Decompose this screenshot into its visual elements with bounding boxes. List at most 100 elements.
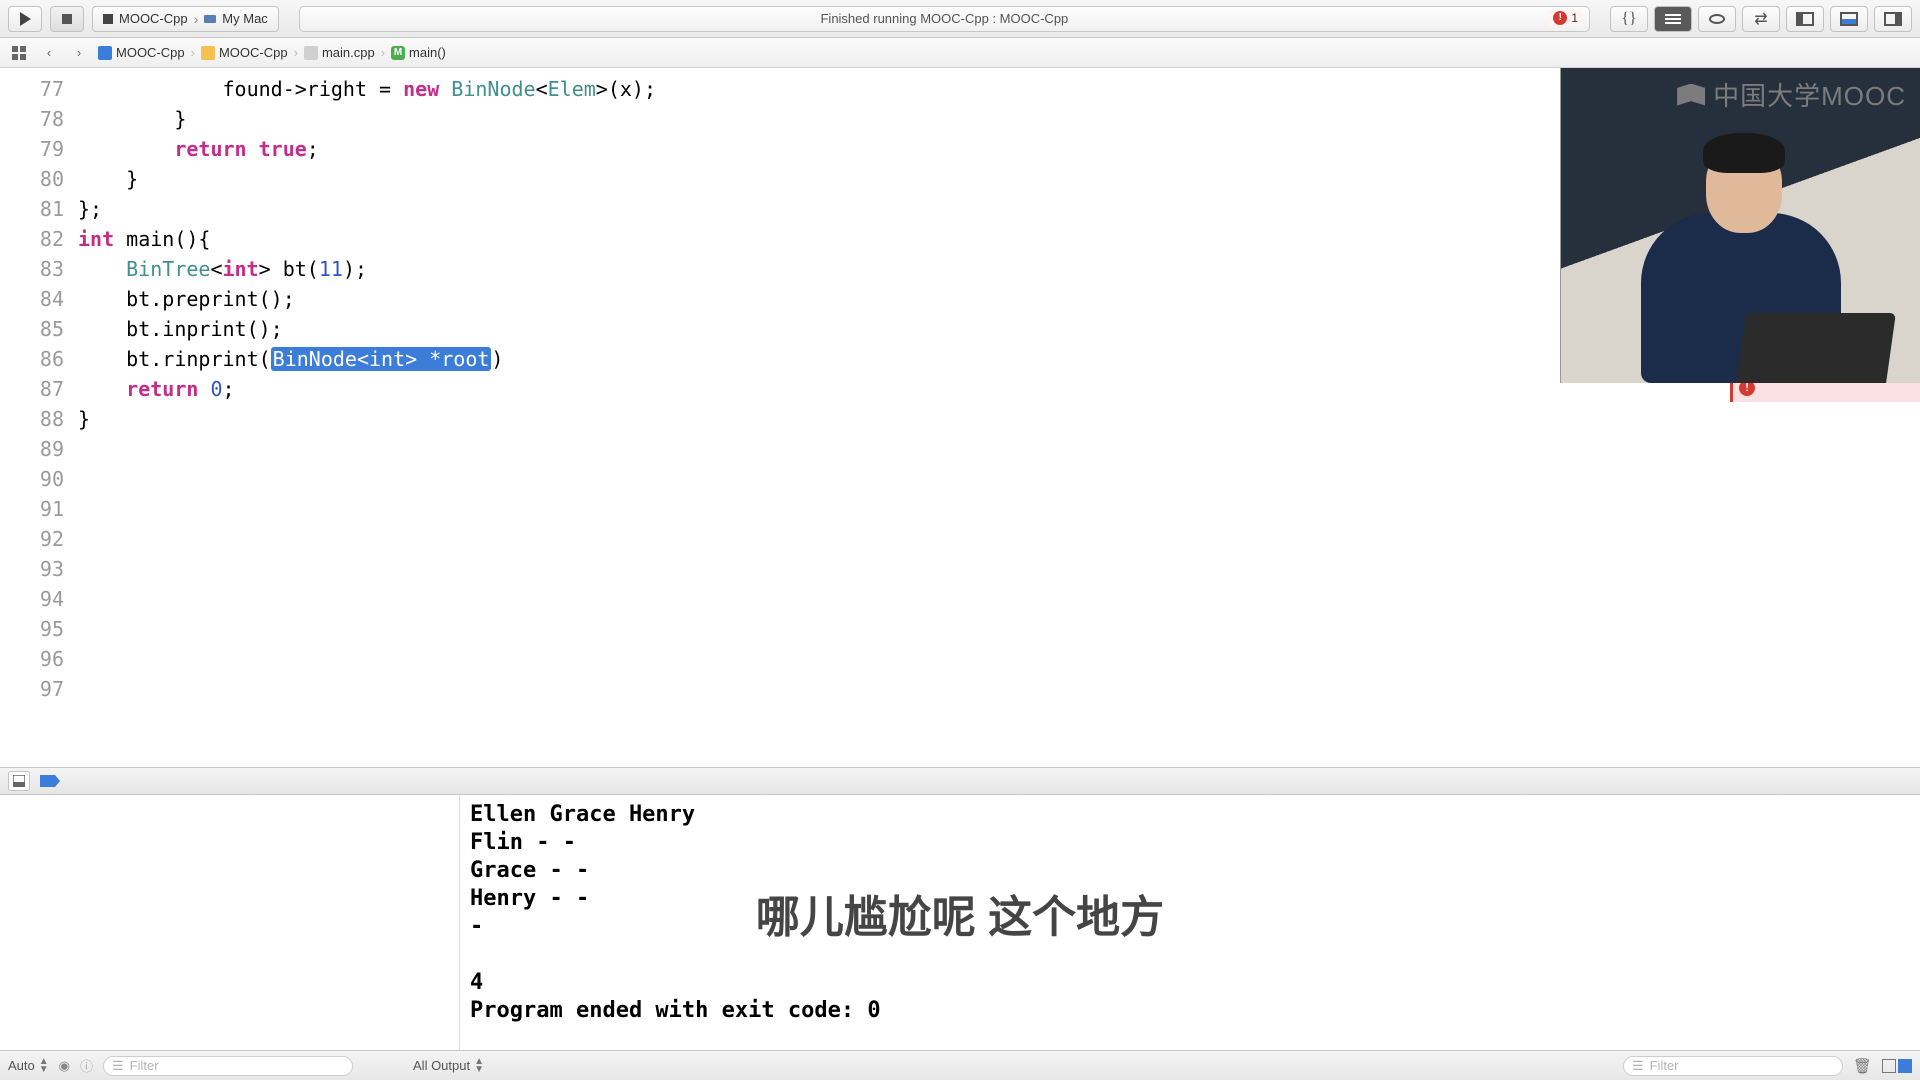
line-number: 86	[0, 344, 64, 374]
line-number: 88	[0, 404, 64, 434]
code-token	[198, 377, 210, 401]
chevron-right-icon: ›	[77, 45, 81, 60]
nav-forward-button[interactable]: ›	[66, 42, 92, 64]
error-count: 1	[1571, 11, 1578, 25]
mooc-logo: 中国大学MOOC	[1677, 76, 1906, 113]
line-gutter: 7778798081828384858687888990919293949596…	[0, 68, 78, 767]
error-icon: !	[1553, 11, 1567, 25]
code-token: true	[259, 137, 307, 161]
code-token: )	[491, 347, 503, 371]
line-number: 84	[0, 284, 64, 314]
fold-icon	[201, 46, 215, 60]
debug-area: Ellen Grace Henry Flin - - Grace - - Hen…	[0, 795, 1920, 1050]
code-line[interactable]: }	[78, 404, 1920, 434]
info-icon[interactable]: ⓘ	[80, 1056, 93, 1075]
toolbar-right-group: {} ⇄	[1610, 6, 1912, 32]
code-token: return	[126, 377, 198, 401]
review-button[interactable]	[1698, 6, 1736, 32]
code-token: );	[343, 257, 367, 281]
related-items-button[interactable]	[6, 42, 32, 64]
code-token: new	[403, 77, 439, 101]
code-token: <	[210, 257, 222, 281]
code-token: BinNode	[451, 77, 535, 101]
top-toolbar: MOOC-Cpp › My Mac Finished running MOOC-…	[0, 0, 1920, 38]
proj-icon	[98, 46, 112, 60]
code-token: bt.rinprint(	[78, 347, 271, 371]
console-filter[interactable]: ☰ Filter	[1623, 1056, 1843, 1076]
filter-icon: ☰	[1632, 1058, 1644, 1074]
line-number: 93	[0, 554, 64, 584]
right-panel-toggle[interactable]	[1874, 6, 1912, 32]
code-token: };	[78, 197, 102, 221]
fn-icon: M	[391, 46, 405, 60]
code-token: int	[223, 257, 259, 281]
line-number: 83	[0, 254, 64, 284]
auto-label: Auto	[8, 1058, 35, 1073]
code-token: BinTree	[126, 257, 210, 281]
bottom-panel-toggle[interactable]	[1830, 6, 1868, 32]
line-number: 87	[0, 374, 64, 404]
code-token	[439, 77, 451, 101]
braces-button[interactable]: {}	[1610, 6, 1648, 32]
breadcrumb-item[interactable]: main.cpp	[302, 45, 377, 60]
auto-selector[interactable]: Auto ▲▼	[8, 1058, 49, 1074]
output-selector[interactable]: All Output ▲▼	[413, 1058, 484, 1074]
code-token: <	[536, 77, 548, 101]
breadcrumb-label: MOOC-Cpp	[116, 45, 185, 60]
run-button[interactable]	[8, 6, 42, 32]
console-output[interactable]: Ellen Grace Henry Flin - - Grace - - Hen…	[460, 795, 1920, 1050]
breadcrumb-item[interactable]: Mmain()	[389, 45, 448, 60]
scheme-target-label: My Mac	[222, 11, 268, 26]
line-number: 89	[0, 434, 64, 464]
code-token: int	[78, 227, 114, 251]
code-token: 11	[319, 257, 343, 281]
breadcrumb-separator: ›	[294, 45, 298, 60]
console-pane-toggle[interactable]	[1882, 1059, 1912, 1073]
code-token	[78, 377, 126, 401]
right-pane-icon	[1898, 1059, 1912, 1073]
breadcrumb-item[interactable]: MOOC-Cpp	[199, 45, 290, 60]
standard-editor-button[interactable]	[1654, 6, 1692, 32]
trash-button[interactable]: 🗑	[1853, 1057, 1872, 1075]
scheme-project-label: MOOC-Cpp	[119, 11, 188, 26]
line-number: 78	[0, 104, 64, 134]
line-number: 90	[0, 464, 64, 494]
code-token: ;	[223, 377, 235, 401]
hide-debug-button[interactable]	[8, 771, 30, 791]
breakpoint-arrow-icon	[40, 775, 60, 787]
variables-filter[interactable]: ☰ Filter	[103, 1056, 353, 1076]
chevron-left-icon: ‹	[47, 45, 51, 60]
breadcrumb-item[interactable]: MOOC-Cpp	[96, 45, 187, 60]
video-pip-overlay: 中国大学MOOC	[1560, 68, 1920, 383]
breadcrumb-separator: ›	[191, 45, 195, 60]
scheme-selector[interactable]: MOOC-Cpp › My Mac	[92, 6, 279, 32]
line-number: 85	[0, 314, 64, 344]
pane-right-icon	[1884, 12, 1902, 26]
code-token: return	[174, 137, 246, 161]
line-number: 95	[0, 614, 64, 644]
breadcrumb-separator: ›	[381, 45, 385, 60]
error-indicator[interactable]: ! 1	[1548, 10, 1583, 26]
filter-placeholder: Filter	[130, 1058, 159, 1073]
code-token: }	[78, 167, 138, 191]
code-token: main(){	[114, 227, 210, 251]
code-token: bt.preprint();	[78, 287, 295, 311]
stop-button[interactable]	[50, 6, 84, 32]
left-panel-toggle[interactable]	[1786, 6, 1824, 32]
nav-back-button[interactable]: ‹	[36, 42, 62, 64]
vars-view-icon[interactable]: ◉	[59, 1058, 70, 1074]
line-number: 80	[0, 164, 64, 194]
breakpoint-indicator[interactable]	[40, 775, 60, 787]
eye-icon	[1709, 14, 1725, 24]
code-editor[interactable]: 7778798081828384858687888990919293949596…	[0, 68, 1920, 767]
left-pane-icon	[1882, 1059, 1896, 1073]
version-editor-button[interactable]: ⇄	[1742, 6, 1780, 32]
pane-left-icon	[1796, 12, 1814, 26]
code-token: bt.inprint();	[78, 317, 283, 341]
status-text: Finished running MOOC-Cpp : MOOC-Cpp	[820, 11, 1068, 26]
variables-panel[interactable]	[0, 795, 460, 1050]
line-number: 81	[0, 194, 64, 224]
mooc-logo-text: 中国大学MOOC	[1713, 76, 1906, 113]
code-token: >(x);	[596, 77, 656, 101]
code-token: }	[78, 407, 90, 431]
